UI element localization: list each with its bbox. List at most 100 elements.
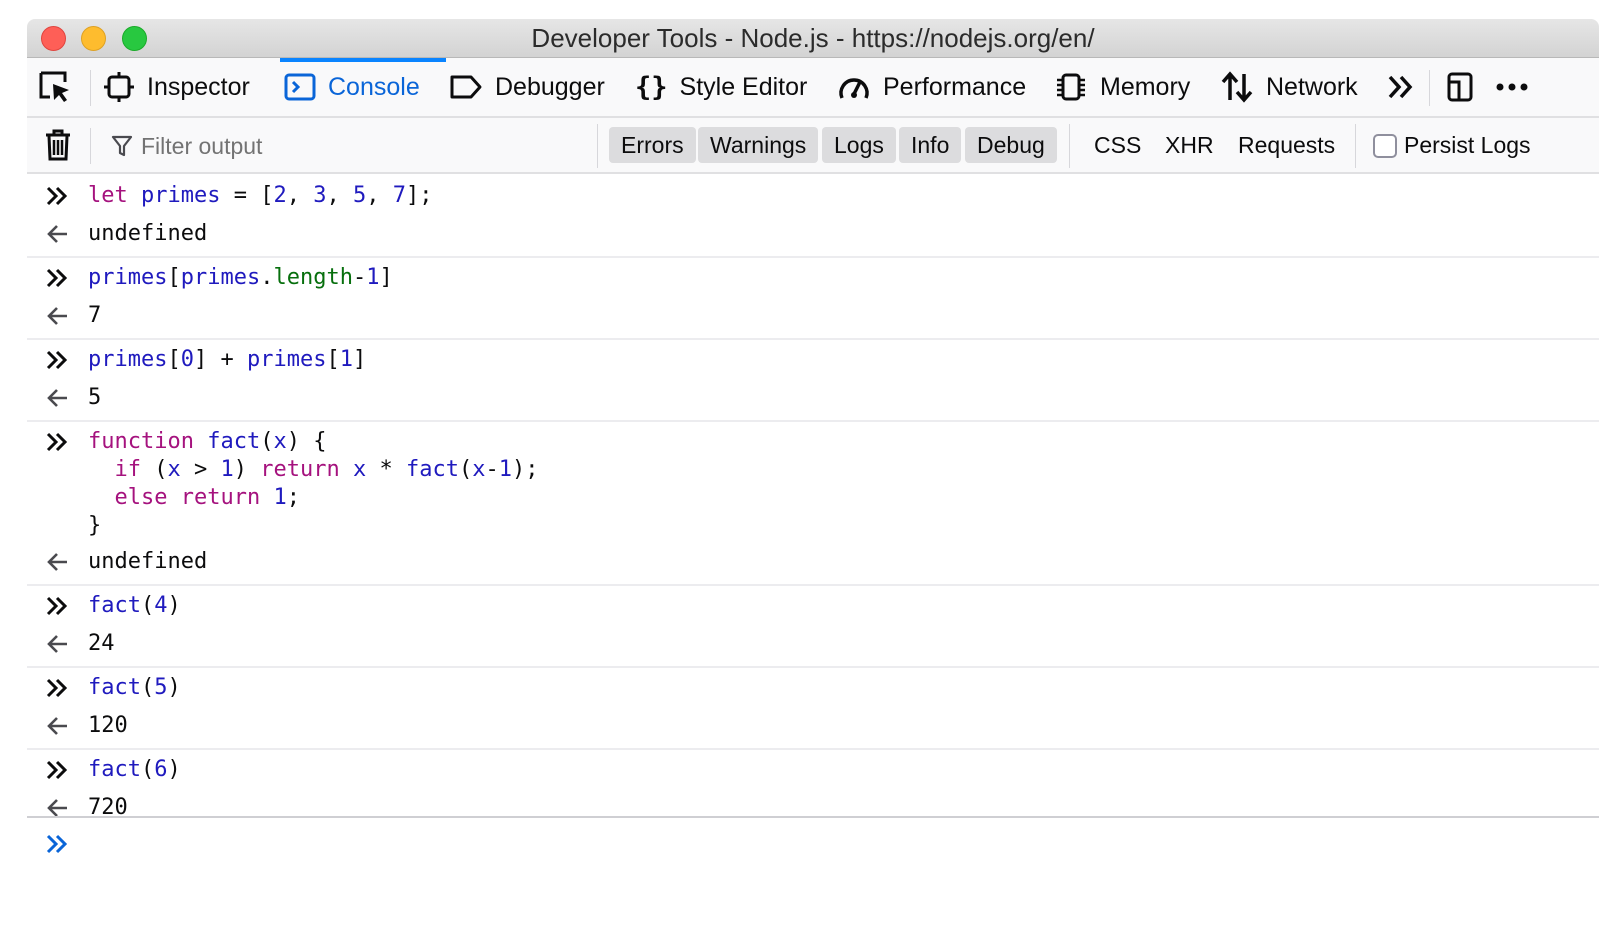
more-options-icon	[1496, 83, 1528, 91]
console-entry: primes[0] + primes[1] 5	[27, 340, 1599, 422]
result-arrow-icon	[47, 717, 67, 735]
persist-logs-checkbox[interactable]	[1373, 134, 1397, 158]
console-entry: function fact(x) { if (x > 1) return x *…	[27, 422, 1599, 586]
clear-console-button[interactable]	[43, 116, 73, 174]
style-editor-icon: {}	[635, 71, 668, 103]
tab-network[interactable]: Network	[1220, 58, 1358, 116]
console-input-code[interactable]: primes[primes.length-1]	[88, 264, 393, 292]
code-keyword: if	[114, 457, 142, 482]
console-result-line: 7	[27, 298, 1599, 338]
tab-debugger-label: Debugger	[495, 72, 605, 101]
tab-console-label: Console	[328, 72, 420, 101]
console-result-value: undefined	[88, 221, 208, 246]
code-number: 3	[313, 183, 327, 208]
filter-icon	[111, 135, 133, 157]
console-input-line: primes[0] + primes[1]	[27, 340, 1599, 380]
tab-network-label: Network	[1266, 72, 1358, 101]
console-result-value: 5	[88, 385, 102, 410]
memory-icon	[1057, 73, 1085, 101]
console-input-code[interactable]: primes[0] + primes[1]	[88, 346, 366, 374]
element-picker-icon	[39, 71, 69, 102]
console-input-area[interactable]	[27, 816, 1599, 896]
result-arrow-icon	[47, 225, 67, 243]
code-number: 5	[352, 183, 367, 208]
code-identifier: fact	[88, 757, 141, 782]
filter-warnings-button[interactable]: Warnings	[698, 127, 819, 163]
code-identifier: fact	[88, 593, 141, 618]
filter-output-input[interactable]: Filter output	[111, 130, 262, 162]
debugger-icon	[450, 75, 482, 99]
code-number: 2	[273, 183, 287, 208]
input-chevron-icon	[46, 678, 68, 698]
element-picker-button[interactable]	[37, 58, 73, 116]
console-input-code[interactable]: function fact(x) { if (x > 1) return x *…	[88, 428, 538, 540]
console-result-line: undefined	[27, 544, 1599, 584]
filter-placeholder: Filter output	[141, 132, 263, 159]
filter-debug-button[interactable]: Debug	[965, 127, 1057, 163]
console-input-code[interactable]: fact(6)	[88, 756, 181, 784]
console-input-code[interactable]: fact(4)	[88, 592, 181, 620]
tab-performance[interactable]: Performance	[837, 58, 1026, 116]
more-tabs-button[interactable]	[1386, 58, 1416, 116]
code-identifier: primes	[88, 265, 168, 290]
code-keyword: let	[88, 183, 128, 208]
input-chevron-icon	[46, 350, 68, 370]
dock-button[interactable]	[1443, 58, 1475, 116]
result-arrow-icon	[47, 307, 67, 325]
input-chevron-icon	[46, 432, 68, 452]
code-identifier: fact	[88, 675, 141, 700]
inspector-icon	[104, 72, 134, 102]
code-keyword: function	[88, 429, 194, 454]
filter-xhr-button[interactable]: XHR	[1165, 127, 1214, 163]
code-keyword: return	[260, 457, 340, 482]
performance-icon	[839, 78, 869, 99]
code-identifier: primes	[88, 347, 168, 372]
console-result-line: 5	[27, 380, 1599, 420]
console-entry: fact(5) 120	[27, 668, 1599, 750]
console-input-code[interactable]: let primes = [2, 3, 5, 7];	[88, 182, 432, 210]
trash-icon	[46, 129, 70, 161]
console-result-value: 120	[88, 713, 128, 738]
input-chevron-icon	[46, 268, 68, 288]
code-number: 4	[154, 593, 168, 618]
code-keyword: return	[180, 485, 261, 510]
console-icon	[284, 73, 316, 101]
code-property: length	[273, 265, 353, 290]
console-input-code[interactable]: fact(5)	[88, 674, 181, 702]
code-number: 1	[366, 265, 380, 290]
code-number: 1	[339, 347, 353, 372]
tab-console[interactable]: Console	[284, 58, 420, 116]
result-arrow-icon	[47, 553, 67, 571]
console-result-value: undefined	[88, 549, 208, 574]
code-identifier: primes	[141, 183, 221, 208]
code-identifier: x	[273, 429, 287, 454]
filter-errors-button[interactable]: Errors	[609, 127, 696, 163]
console-input-line: fact(4)	[27, 586, 1599, 626]
console-entry: primes[primes.length-1] 7	[27, 258, 1599, 340]
more-options-button[interactable]	[1495, 58, 1529, 116]
console-input-line: function fact(x) { if (x > 1) return x *…	[27, 422, 1599, 544]
window-title: Developer Tools - Node.js - https://node…	[531, 23, 1095, 53]
filter-logs-button[interactable]: Logs	[822, 127, 896, 163]
tab-performance-label: Performance	[883, 72, 1027, 101]
code-identifier: primes	[246, 347, 327, 372]
tab-memory-label: Memory	[1100, 72, 1191, 101]
code-identifier: x	[352, 457, 367, 482]
overflow-chevron-icon	[1388, 75, 1413, 99]
filter-requests-button[interactable]: Requests	[1238, 127, 1335, 163]
tab-style-editor[interactable]: {} Style Editor	[635, 58, 807, 116]
code-identifier: fact	[405, 457, 459, 482]
filter-info-button[interactable]: Info	[899, 127, 962, 163]
tab-memory[interactable]: Memory	[1054, 58, 1190, 116]
toolbox-tabs: Inspector Console Debugger {} Style Edit…	[27, 58, 1599, 118]
tab-debugger[interactable]: Debugger	[449, 58, 605, 116]
console-input-line: primes[primes.length-1]	[27, 258, 1599, 298]
code-identifier: x	[472, 457, 486, 482]
console-result-value: 7	[88, 303, 102, 328]
tab-inspector[interactable]: Inspector	[103, 58, 250, 116]
input-chevron-icon	[46, 760, 68, 780]
code-number: 1	[220, 457, 234, 482]
console-result-line: 120	[27, 708, 1599, 748]
network-icon	[1221, 71, 1253, 103]
filter-css-button[interactable]: CSS	[1094, 127, 1141, 163]
